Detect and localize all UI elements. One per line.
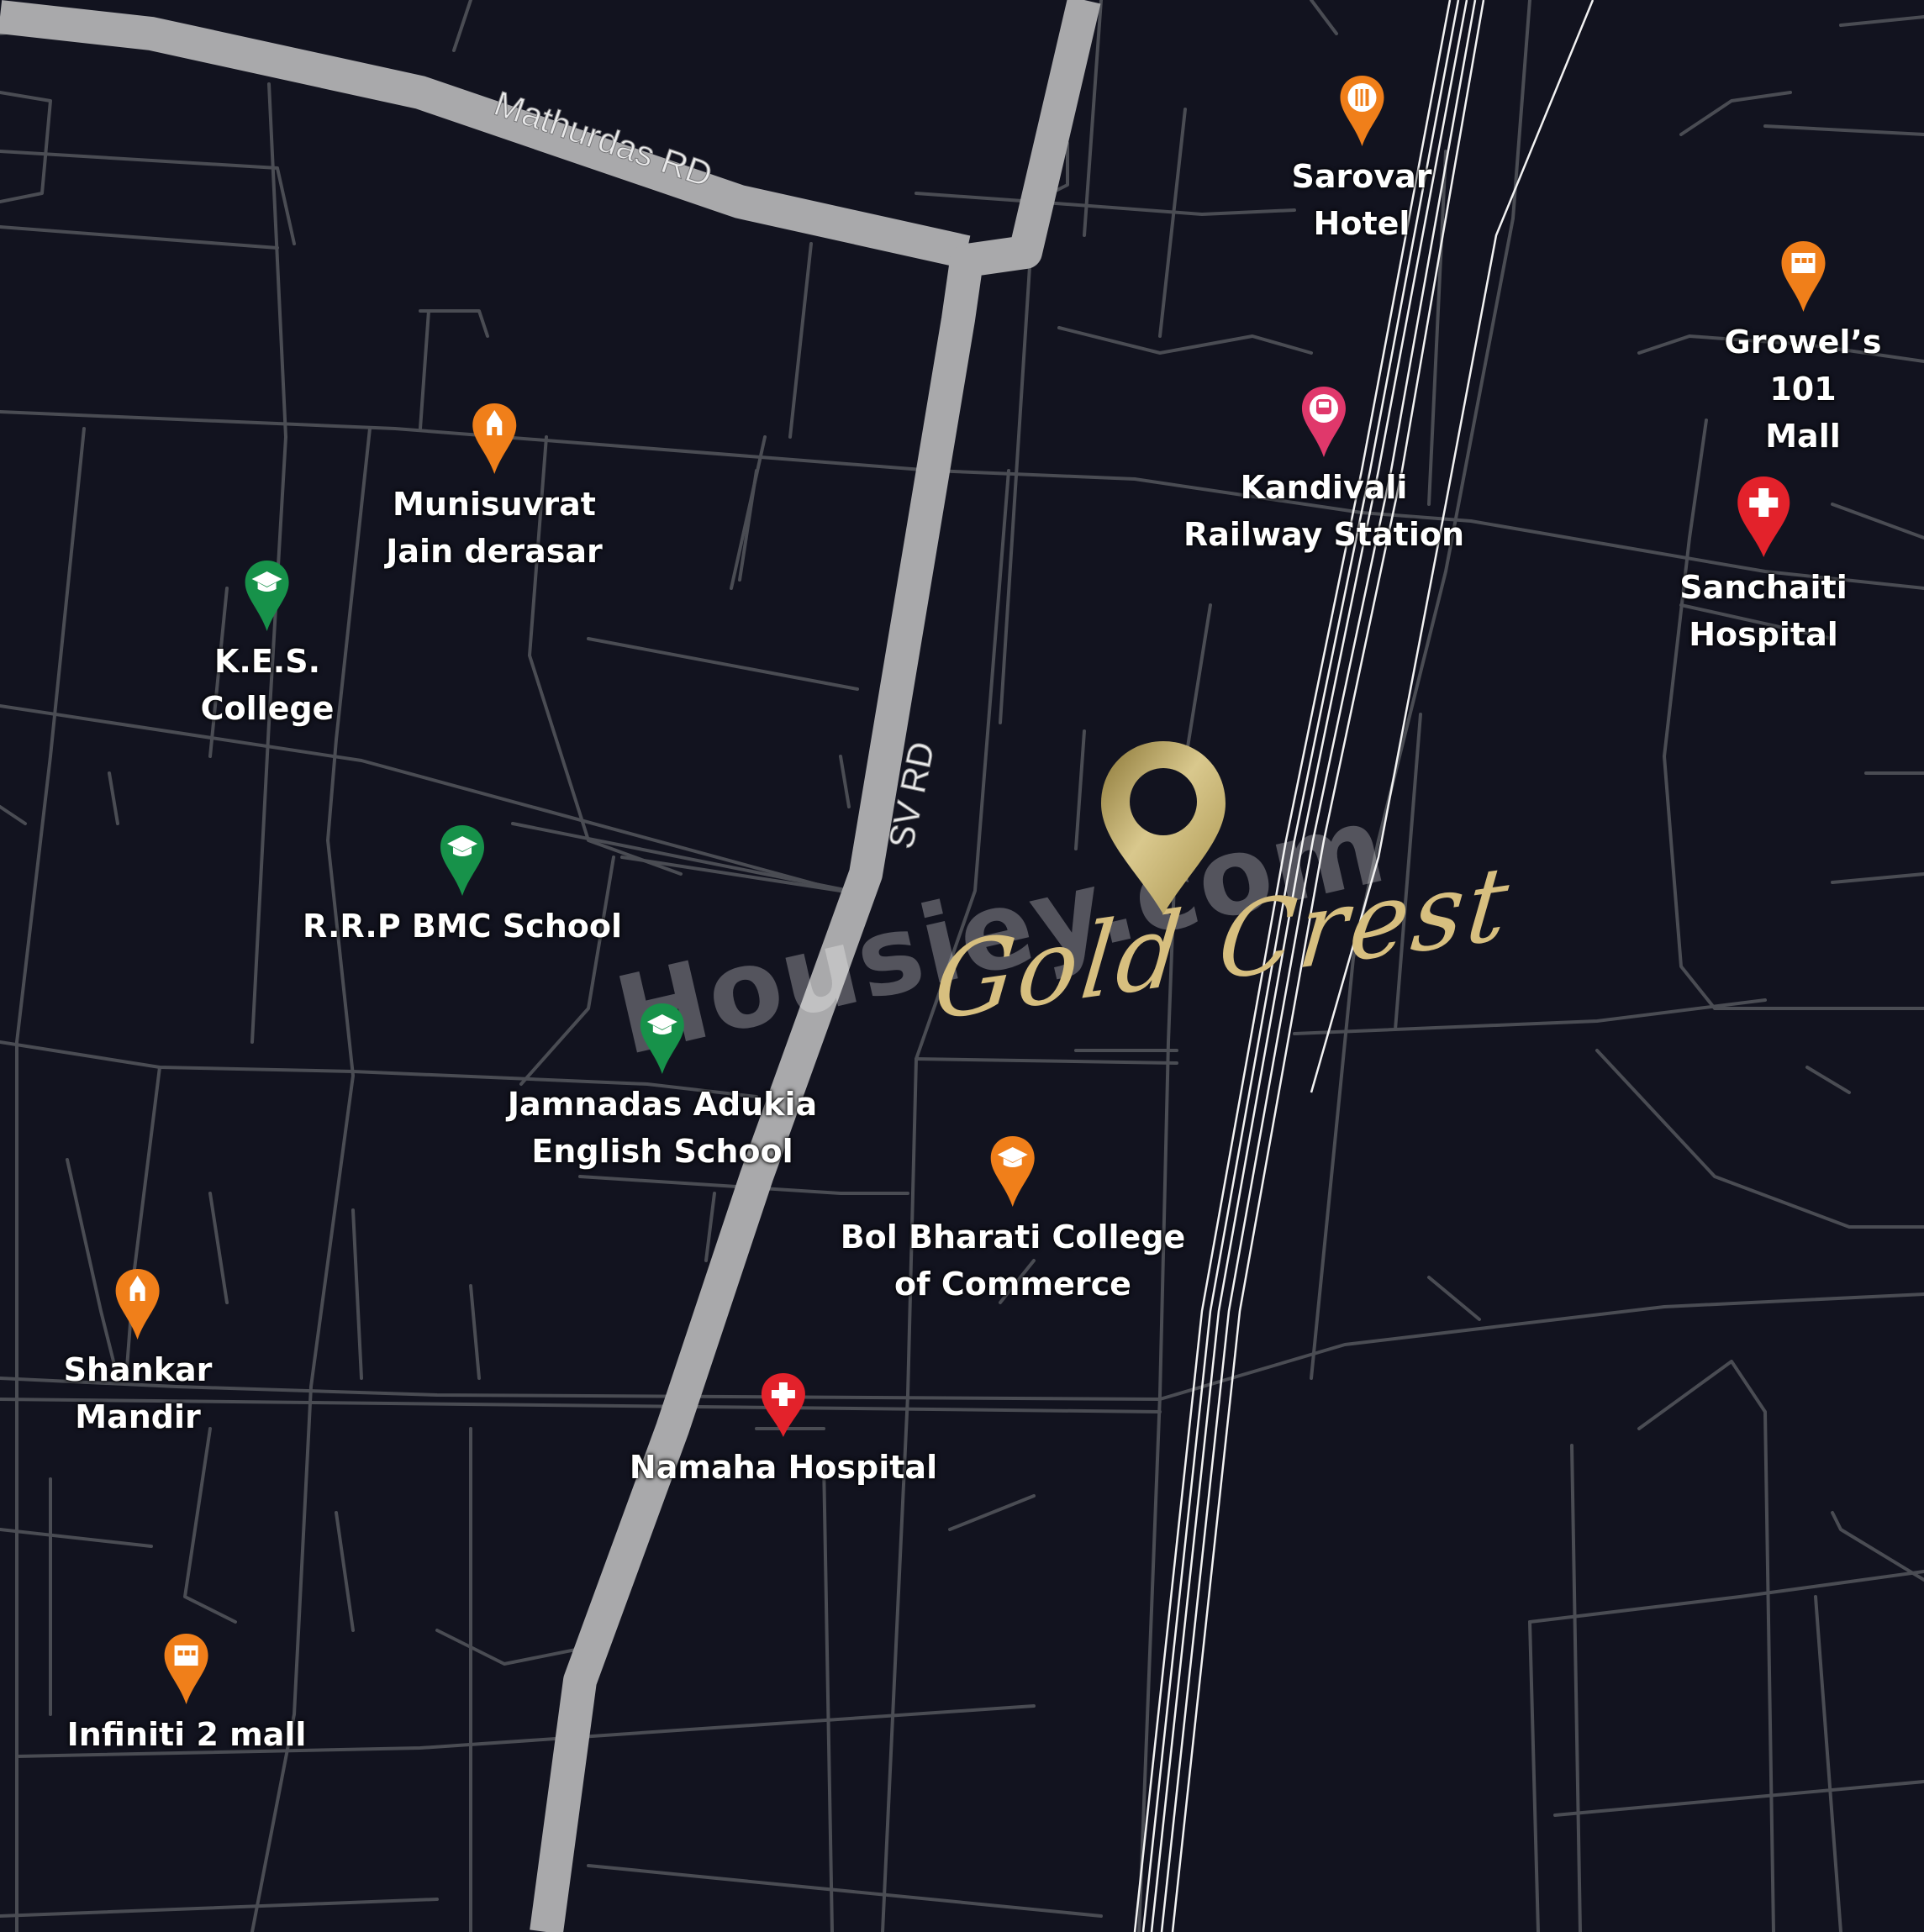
- poi-shankar-mandir[interactable]: Shankar Mandir: [63, 1267, 213, 1440]
- poi-munisuvrat-jain-derasar[interactable]: Munisuvrat Jain derasar: [386, 402, 603, 575]
- poi-label: Jamnadas Adukia English School: [507, 1086, 818, 1170]
- poi-infiniti-2-mall[interactable]: Infiniti 2 mall: [66, 1632, 307, 1758]
- poi-namaha-hospital[interactable]: Namaha Hospital: [630, 1371, 937, 1491]
- poi-label: Kandivali Railway Station: [1183, 469, 1465, 553]
- temple-icon: [116, 1269, 160, 1340]
- poi-jamnadas-adukia-english-school[interactable]: Jamnadas Adukia English School: [508, 1002, 817, 1175]
- poi-growels-101-mall[interactable]: Growel’s 101 Mall: [1725, 240, 1882, 460]
- mall-icon: [164, 1634, 208, 1704]
- mathurdas-road: [0, 0, 971, 269]
- medical-cross-icon: [761, 1373, 805, 1437]
- graduation-cap-icon: [245, 561, 289, 631]
- location-map[interactable]: Mathurdas RD SV RD Housiey.com Gold Cres…: [0, 0, 1924, 1932]
- train-icon: [1302, 387, 1346, 457]
- temple-icon: [472, 403, 516, 474]
- poi-label: R.R.P BMC School: [303, 908, 622, 945]
- poi-sarovar-hotel[interactable]: Sarovar Hotel: [1291, 74, 1432, 247]
- poi-label: Infiniti 2 mall: [66, 1716, 307, 1753]
- mall-icon: [1781, 241, 1825, 312]
- poi-sanchaiti-hospital[interactable]: Sanchaiti Hospital: [1679, 475, 1848, 658]
- poi-kes-college[interactable]: K.E.S. College: [200, 559, 335, 732]
- poi-rrp-bmc-school[interactable]: R.R.P BMC School: [303, 824, 622, 950]
- graduation-cap-icon: [640, 1003, 684, 1074]
- graduation-cap-icon: [440, 825, 484, 896]
- poi-label: Sanchaiti Hospital: [1679, 569, 1848, 653]
- poi-label: Munisuvrat Jain derasar: [386, 486, 603, 570]
- poi-kandivali-railway-station[interactable]: Kandivali Railway Station: [1183, 385, 1464, 558]
- poi-label: Namaha Hospital: [629, 1449, 938, 1486]
- poi-label: Growel’s 101 Mall: [1724, 324, 1882, 455]
- poi-label: Bol Bharati College of Commerce: [840, 1219, 1186, 1303]
- medical-cross-icon: [1737, 476, 1790, 557]
- fork-knife-icon: [1339, 76, 1384, 146]
- graduation-cap-icon: [990, 1136, 1035, 1207]
- poi-label: K.E.S. College: [200, 643, 335, 727]
- project-location-pin-icon[interactable]: [1098, 740, 1229, 920]
- poi-bol-bharati-college[interactable]: Bol Bharati College of Commerce: [840, 1134, 1186, 1308]
- poi-label: Shankar Mandir: [63, 1351, 213, 1435]
- poi-label: Sarovar Hotel: [1291, 158, 1432, 242]
